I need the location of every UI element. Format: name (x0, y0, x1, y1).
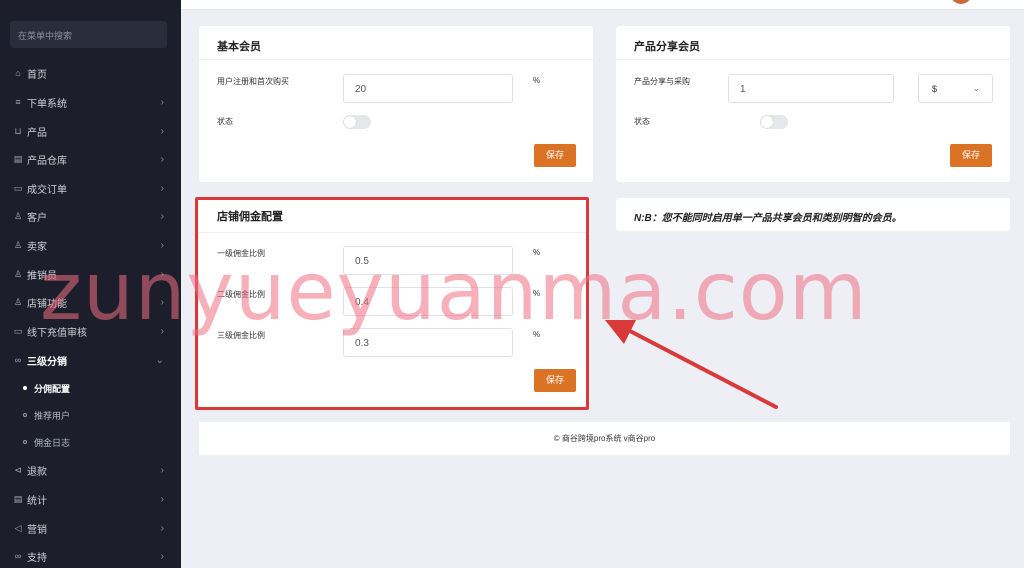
watermark: zunyueyuanma.com (40, 245, 868, 338)
